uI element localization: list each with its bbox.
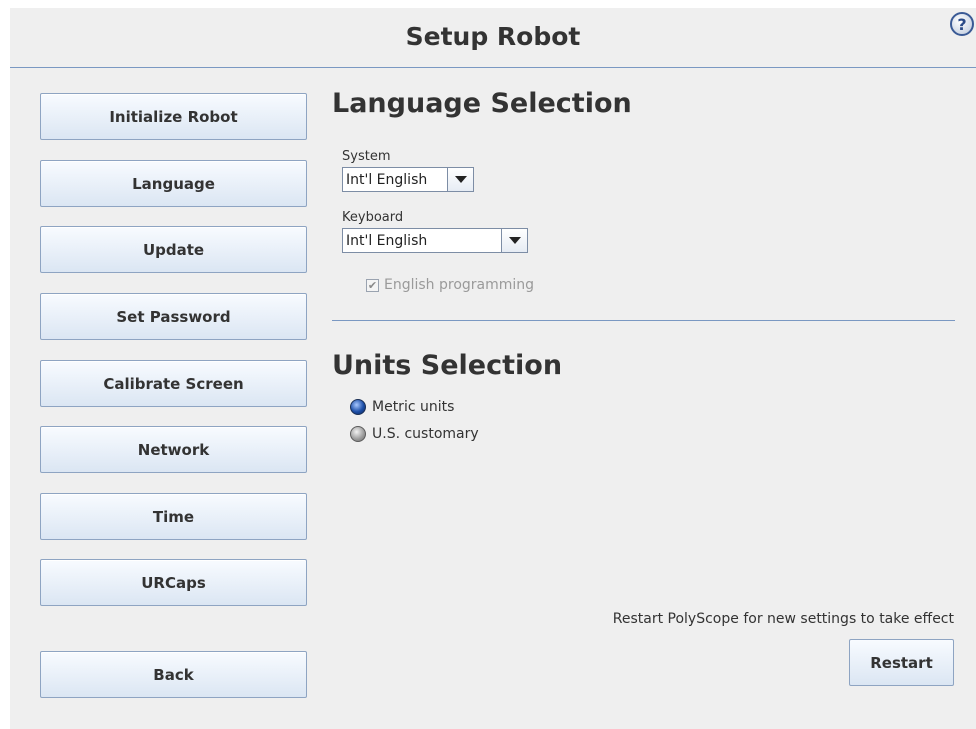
language-button[interactable]: Language xyxy=(40,160,307,207)
system-language-select[interactable]: Int'l English xyxy=(342,167,474,192)
help-icon[interactable]: ? xyxy=(950,12,974,36)
checkmark-icon[interactable]: ✔ xyxy=(366,278,379,292)
restart-button[interactable]: Restart xyxy=(849,639,954,686)
setup-robot-screen: Setup Robot ? Initialize Robot Language … xyxy=(10,8,976,729)
update-button[interactable]: Update xyxy=(40,226,307,273)
english-programming-option[interactable]: ✔ English programming xyxy=(366,277,534,293)
us-customary-option[interactable]: U.S. customary xyxy=(350,426,479,442)
chevron-down-icon[interactable] xyxy=(447,168,473,191)
set-password-button[interactable]: Set Password xyxy=(40,293,307,340)
english-programming-label: English programming xyxy=(384,277,535,293)
metric-units-option[interactable]: Metric units xyxy=(350,399,454,415)
network-button[interactable]: Network xyxy=(40,426,307,473)
language-selection-heading: Language Selection xyxy=(332,88,632,119)
page-title: Setup Robot xyxy=(405,22,581,51)
system-language-label: System xyxy=(342,149,391,164)
keyboard-language-label: Keyboard xyxy=(342,210,404,225)
radio-selected-icon[interactable] xyxy=(350,399,366,415)
units-selection-heading: Units Selection xyxy=(332,350,563,381)
us-customary-label: U.S. customary xyxy=(372,426,479,442)
chevron-down-icon[interactable] xyxy=(501,229,527,252)
header-bar: Setup Robot ? xyxy=(10,8,976,68)
section-divider xyxy=(332,320,955,321)
system-language-value: Int'l English xyxy=(346,171,428,188)
metric-units-label: Metric units xyxy=(372,399,455,415)
urcaps-button[interactable]: URCaps xyxy=(40,559,307,606)
initialize-robot-button[interactable]: Initialize Robot xyxy=(40,93,307,140)
time-button[interactable]: Time xyxy=(40,493,307,540)
radio-unselected-icon[interactable] xyxy=(350,426,366,442)
back-button[interactable]: Back xyxy=(40,651,307,698)
restart-message: Restart PolyScope for new settings to ta… xyxy=(612,611,954,627)
keyboard-language-value: Int'l English xyxy=(346,232,428,249)
calibrate-screen-button[interactable]: Calibrate Screen xyxy=(40,360,307,407)
keyboard-language-select[interactable]: Int'l English xyxy=(342,228,528,253)
